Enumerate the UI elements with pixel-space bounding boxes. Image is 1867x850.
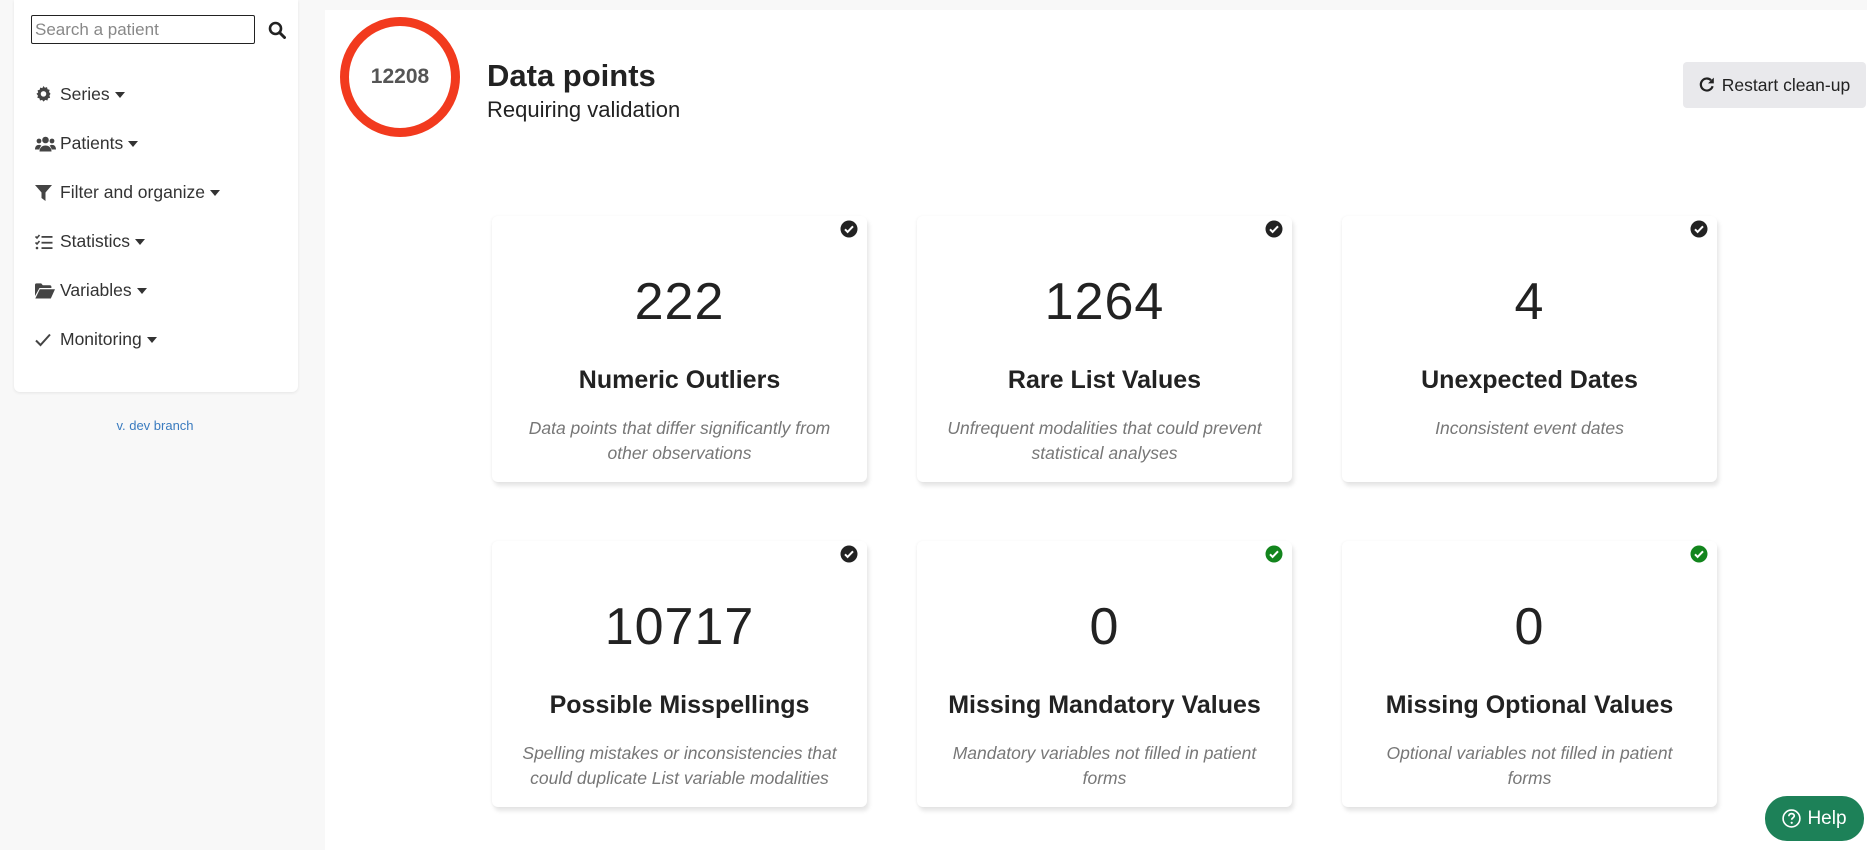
sidebar-item-label: Variables [60,280,132,300]
gear-icon [35,86,56,104]
caret-down-icon [128,140,139,147]
check-circle-green-icon [1690,545,1708,563]
caret-down-icon [114,91,125,98]
sidebar-item-label: Patients [60,133,124,153]
card-title: Missing Optional Values [1385,691,1674,719]
check-circle-icon [840,545,858,563]
card-missing-mandatory-values[interactable]: 0 Missing Mandatory Values Mandatory var… [917,541,1292,807]
check-circle-icon [1265,220,1283,238]
card-value: 0 [1514,598,1545,656]
list-check-icon [35,233,56,251]
card-title: Missing Mandatory Values [948,691,1261,719]
caret-down-icon [136,287,147,294]
card-numeric-outliers[interactable]: 222 Numeric Outliers Data points that di… [492,216,867,482]
rotate-icon [1699,77,1714,92]
restart-cleanup-button[interactable]: Restart clean-up [1683,62,1866,108]
check-icon [35,331,56,349]
search-input[interactable] [31,15,255,44]
sidebar-item-monitoring[interactable]: Monitoring [35,315,220,364]
sidebar-item-variables[interactable]: Variables [35,266,220,315]
restart-cleanup-label: Restart clean-up [1721,74,1851,95]
sidebar-item-label: Monitoring [60,329,142,349]
card-unexpected-dates[interactable]: 4 Unexpected Dates Inconsistent event da… [1342,216,1717,482]
card-description: Data points that differ significantly fr… [528,418,831,463]
sidebar-nav: Series Patients Filter and organize Stat… [35,70,220,364]
check-circle-icon [1690,220,1708,238]
help-button[interactable]: Help [1765,796,1864,841]
search-icon[interactable] [266,19,288,41]
page-subtitle: Requiring validation [487,97,681,122]
sidebar-item-label: Series [60,84,110,104]
page-title: Data points [487,58,656,93]
users-icon [35,135,56,153]
sidebar-item-label: Filter and organize [60,182,205,202]
card-value: 4 [1514,273,1545,331]
help-label: Help [1807,807,1847,829]
card-description: Mandatory variables not filled in patien… [952,743,1257,788]
card-title: Unexpected Dates [1421,366,1638,394]
card-description: Inconsistent event dates [1435,418,1624,438]
sidebar-item-label: Statistics [60,231,131,251]
question-circle-icon [1782,809,1802,828]
caret-down-icon [146,336,157,343]
card-value: 10717 [604,598,755,656]
card-title: Possible Misspellings [549,691,810,719]
sidebar-item-statistics[interactable]: Statistics [35,217,220,266]
card-missing-optional-values[interactable]: 0 Missing Optional Values Optional varia… [1342,541,1717,807]
card-value: 1264 [1044,273,1165,331]
caret-down-icon [209,189,220,196]
card-title: Numeric Outliers [578,366,781,394]
card-rare-list-values[interactable]: 1264 Rare List Values Unfrequent modalit… [917,216,1292,482]
card-title: Rare List Values [1007,366,1202,394]
filter-icon [35,184,56,202]
card-value: 222 [634,273,725,331]
total-count: 12208 [370,65,430,88]
card-description: Optional variables not filled in patient… [1386,743,1673,788]
sidebar: Series Patients [14,0,298,392]
version-link[interactable]: v. dev branch [0,418,310,433]
card-possible-misspellings[interactable]: 10717 Possible Misspellings Spelling mis… [492,541,867,807]
total-count-ring: 12208 [340,17,460,137]
sidebar-item-series[interactable]: Series [35,70,220,119]
card-description: Spelling mistakes or inconsistencies tha… [522,743,837,788]
sidebar-item-filter-and-organize[interactable]: Filter and organize [35,168,220,217]
card-description: Unfrequent modalities that could prevent… [947,418,1262,463]
card-value: 0 [1089,598,1120,656]
folder-open-icon [35,282,56,300]
caret-down-icon [135,238,146,245]
search-row [31,15,288,44]
check-circle-icon [840,220,858,238]
sidebar-item-patients[interactable]: Patients [35,119,220,168]
check-circle-green-icon [1265,545,1283,563]
